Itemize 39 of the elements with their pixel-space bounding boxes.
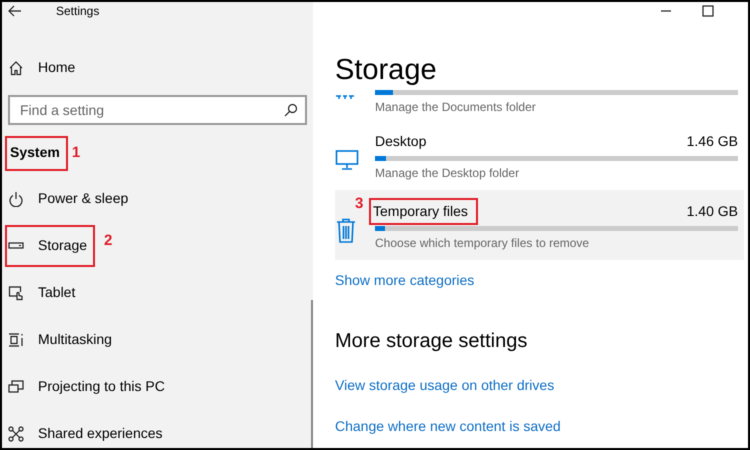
category-name: Desktop [375,132,426,151]
category-row[interactable]: Desktop 1.46 GB Manage the Desktop folder [335,130,744,188]
settings-link[interactable]: View storage usage on other drives [335,375,554,396]
sidebar-item[interactable]: Shared experiences [8,414,163,448]
home-link[interactable]: Home [8,48,76,86]
page-title: Storage [335,53,438,88]
category-row[interactable]: Manage the Documents folder [335,86,744,122]
category-row[interactable]: 3 Temporary files 1.40 GB Choose which temporary files to remove [335,190,744,260]
step-number: 1 [72,142,80,163]
tablet-icon [8,284,24,300]
window-title: Settings [56,3,100,20]
sidebar-item[interactable]: Storage [8,226,94,264]
search-icon [284,103,298,117]
sidebar-item[interactable]: Tablet [8,274,76,312]
category-description: Manage the Desktop folder [375,165,520,182]
maximize-icon[interactable] [702,5,714,17]
power-icon [8,190,24,206]
category-description: Choose which temporary files to remove [375,235,590,252]
show-more-link[interactable]: Show more categories [335,270,474,291]
back-icon[interactable] [8,5,22,17]
search-field[interactable]: Find a setting [8,95,307,125]
settings-link[interactable]: Change where new content is saved [335,416,561,437]
category-description: Manage the Documents folder [375,99,537,116]
step-number: 2 [104,231,112,252]
home-icon [8,60,24,76]
category-size: 1.46 GB [686,132,738,150]
step-number: 3 [355,194,364,214]
category-size: 1.40 GB [686,202,738,220]
sidebar-item[interactable]: Power & sleep [8,180,128,218]
section-heading: System [10,142,60,162]
sidebar-item[interactable]: Multitasking [8,320,112,358]
section-title: More storage settings [335,329,528,353]
sidebar-item[interactable]: Projecting to this PC [8,368,165,406]
trash-icon [335,218,357,244]
category-name: Temporary files [373,202,468,221]
projector-icon [8,378,24,394]
network-icon [8,426,24,442]
monitor-icon [335,148,359,171]
multitasking-icon [8,332,24,348]
